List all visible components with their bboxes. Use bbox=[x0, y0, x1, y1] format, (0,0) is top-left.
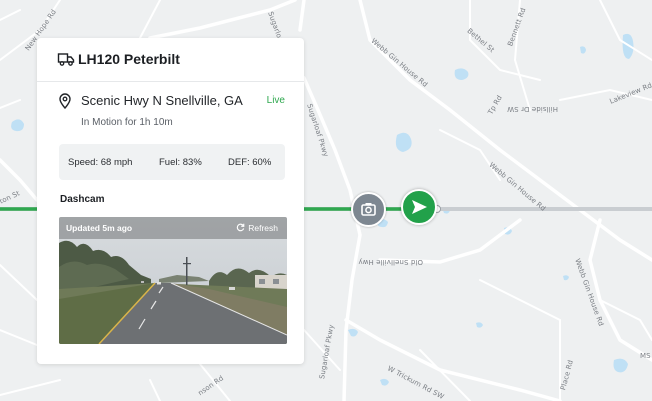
refresh-icon bbox=[236, 223, 245, 232]
vehicle-stats: Speed: 68 mph Fuel: 83% DEF: 60% bbox=[59, 144, 285, 180]
map-label: Hillside Dr SW bbox=[507, 105, 558, 113]
dashcam-image[interactable]: Updated 5m ago Refresh bbox=[59, 217, 287, 344]
location-pin-icon bbox=[59, 93, 71, 109]
vehicle-info-panel: LH120 Peterbilt Scenic Hwy N Snellville,… bbox=[37, 38, 304, 364]
dashcam-updated-time: Updated 5m ago bbox=[66, 223, 133, 233]
motion-status: In Motion for 1h 10m bbox=[81, 117, 173, 128]
vehicle-address: Scenic Hwy N Snellville, GA bbox=[81, 93, 243, 108]
navigation-arrow-icon bbox=[412, 200, 427, 214]
fuel-stat: Fuel: 83% bbox=[159, 157, 202, 168]
dashcam-title: Dashcam bbox=[60, 194, 105, 205]
vehicle-name: LH120 Peterbilt bbox=[78, 51, 180, 67]
def-stat: DEF: 60% bbox=[228, 157, 272, 168]
camera-marker[interactable] bbox=[351, 192, 386, 227]
speed-stat: Speed: 68 mph bbox=[68, 157, 133, 168]
vehicle-marker[interactable] bbox=[401, 189, 437, 225]
live-status: Live bbox=[266, 95, 285, 106]
map-label: Old Snellville Hwy bbox=[358, 258, 423, 266]
panel-header: LH120 Peterbilt bbox=[37, 38, 304, 82]
dashcam-refresh-button[interactable]: Refresh bbox=[236, 223, 278, 233]
refresh-label: Refresh bbox=[248, 223, 278, 233]
map-label: MS bbox=[640, 352, 651, 360]
camera-icon bbox=[361, 203, 376, 216]
truck-icon bbox=[57, 53, 75, 66]
